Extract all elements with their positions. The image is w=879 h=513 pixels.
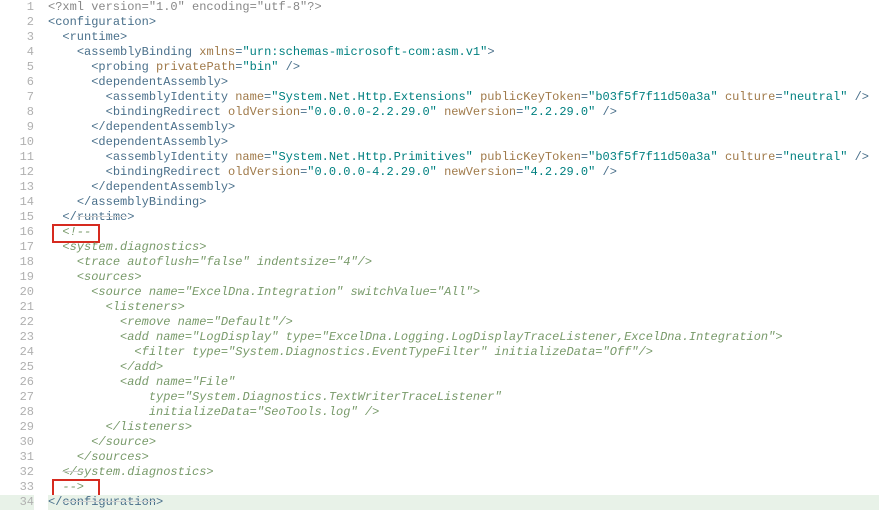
line-number: 29 — [0, 420, 34, 435]
code-line[interactable]: <assemblyIdentity name="System.Net.Http.… — [48, 150, 879, 165]
code-line[interactable]: <add name="LogDisplay" type="ExcelDna.Lo… — [48, 330, 879, 345]
code-line[interactable]: <runtime> — [48, 30, 879, 45]
line-number: 34 — [0, 495, 34, 510]
code-line[interactable]: <dependentAssembly> — [48, 75, 879, 90]
code-line[interactable]: </dependentAssembly> — [48, 120, 879, 135]
line-number: 9 — [0, 120, 34, 135]
line-number-gutter: 1234567891011121314151617181920212223242… — [0, 0, 44, 510]
line-number: 18 — [0, 255, 34, 270]
line-number: 22 — [0, 315, 34, 330]
code-line[interactable]: </runtime> — [48, 210, 879, 225]
code-line[interactable]: <bindingRedirect oldVersion="0.0.0.0-4.2… — [48, 165, 879, 180]
line-number: 33 — [0, 480, 34, 495]
code-line[interactable]: <?xml version="1.0" encoding="utf-8"?> — [48, 0, 879, 15]
code-line[interactable]: <filter type="System.Diagnostics.EventTy… — [48, 345, 879, 360]
code-line[interactable]: <add name="File" — [48, 375, 879, 390]
code-editor[interactable]: 1234567891011121314151617181920212223242… — [0, 0, 879, 510]
line-number: 32 — [0, 465, 34, 480]
code-line[interactable]: <probing privatePath="bin" /> — [48, 60, 879, 75]
line-number: 14 — [0, 195, 34, 210]
line-number: 11 — [0, 150, 34, 165]
line-number: 17 — [0, 240, 34, 255]
code-line[interactable]: </source> — [48, 435, 879, 450]
line-number: 7 — [0, 90, 34, 105]
code-content[interactable]: <?xml version="1.0" encoding="utf-8"?><c… — [44, 0, 879, 510]
line-number: 4 — [0, 45, 34, 60]
line-number: 15 — [0, 210, 34, 225]
line-number: 28 — [0, 405, 34, 420]
code-line[interactable]: <configuration> — [48, 15, 879, 30]
line-number: 30 — [0, 435, 34, 450]
line-number: 6 — [0, 75, 34, 90]
code-line[interactable]: --> — [48, 480, 879, 495]
code-line[interactable]: <dependentAssembly> — [48, 135, 879, 150]
line-number: 12 — [0, 165, 34, 180]
code-line[interactable]: <listeners> — [48, 300, 879, 315]
code-line[interactable]: <!-- — [48, 225, 879, 240]
line-number: 8 — [0, 105, 34, 120]
line-number: 1 — [0, 0, 34, 15]
line-number: 24 — [0, 345, 34, 360]
line-number: 25 — [0, 360, 34, 375]
code-line[interactable]: </listeners> — [48, 420, 879, 435]
line-number: 2 — [0, 15, 34, 30]
code-line[interactable]: </system.diagnostics> — [48, 465, 879, 480]
line-number: 5 — [0, 60, 34, 75]
code-line[interactable]: </add> — [48, 360, 879, 375]
line-number: 23 — [0, 330, 34, 345]
line-number: 10 — [0, 135, 34, 150]
line-number: 27 — [0, 390, 34, 405]
code-line[interactable]: </assemblyBinding> — [48, 195, 879, 210]
code-line[interactable]: initializeData="SeoTools.log" /> — [48, 405, 879, 420]
code-line[interactable]: <source name="ExcelDna.Integration" swit… — [48, 285, 879, 300]
code-line[interactable]: <assemblyBinding xmlns="urn:schemas-micr… — [48, 45, 879, 60]
code-line[interactable]: <bindingRedirect oldVersion="0.0.0.0-2.2… — [48, 105, 879, 120]
line-number: 21 — [0, 300, 34, 315]
line-number: 26 — [0, 375, 34, 390]
code-line[interactable]: <sources> — [48, 270, 879, 285]
line-number: 19 — [0, 270, 34, 285]
code-line[interactable]: <assemblyIdentity name="System.Net.Http.… — [48, 90, 879, 105]
code-line[interactable]: <trace autoflush="false" indentsize="4"/… — [48, 255, 879, 270]
code-line[interactable]: </dependentAssembly> — [48, 180, 879, 195]
code-line[interactable]: </configuration> — [48, 495, 879, 510]
code-line[interactable]: type="System.Diagnostics.TextWriterTrace… — [48, 390, 879, 405]
line-number: 16 — [0, 225, 34, 240]
line-number: 20 — [0, 285, 34, 300]
code-line[interactable]: </sources> — [48, 450, 879, 465]
line-number: 3 — [0, 30, 34, 45]
code-line[interactable]: <system.diagnostics> — [48, 240, 879, 255]
line-number: 31 — [0, 450, 34, 465]
line-number: 13 — [0, 180, 34, 195]
code-line[interactable]: <remove name="Default"/> — [48, 315, 879, 330]
